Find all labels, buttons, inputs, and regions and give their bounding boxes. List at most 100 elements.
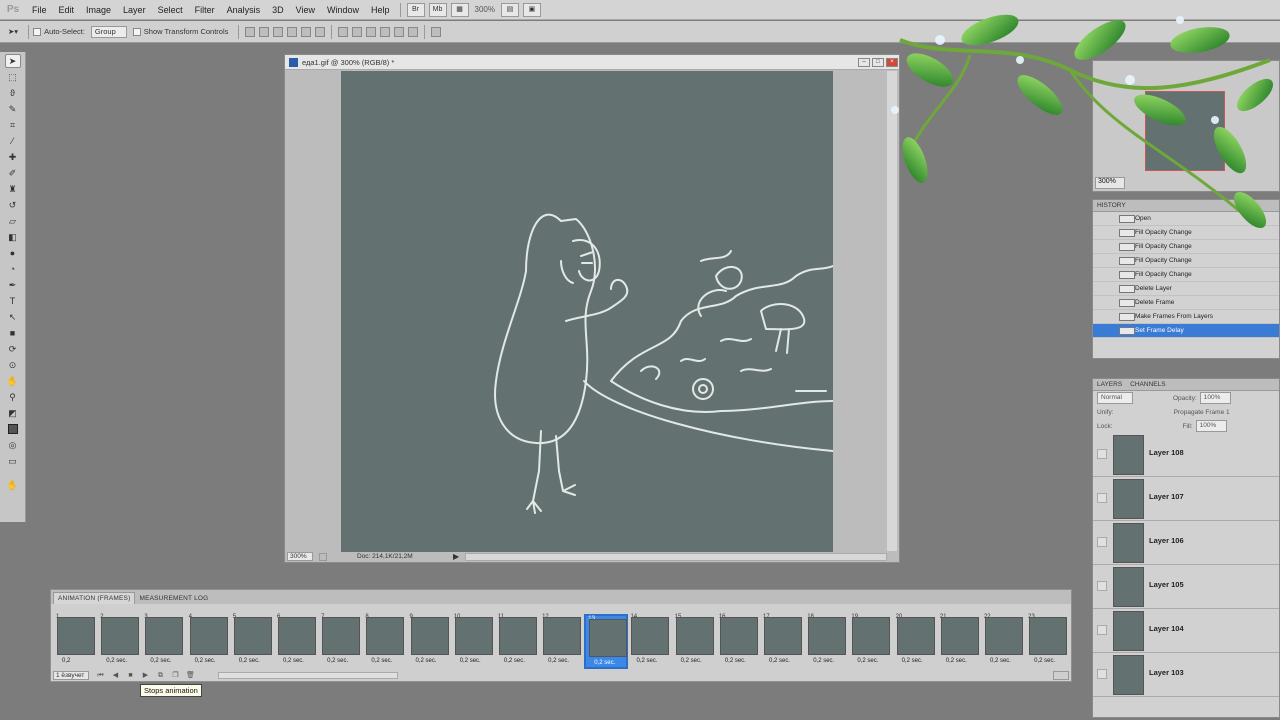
fill-input[interactable]: 100% [1195,420,1228,432]
document-canvas[interactable] [341,71,834,552]
history-item[interactable]: Make Frames From Layers [1093,310,1279,324]
frame-delay-select[interactable]: 0,2 sec. [239,658,260,664]
shape-tool-icon[interactable]: ■ [5,326,21,340]
animation-frame[interactable]: 190,2 sec. [849,614,893,669]
blur-tool-icon[interactable]: ● [5,246,21,260]
animation-frame[interactable]: 100,2 sec. [452,614,496,669]
animation-frame[interactable]: 160,2 sec. [717,614,761,669]
show-transform-checkbox[interactable] [132,27,141,36]
history-item[interactable]: Fill Opacity Change [1093,254,1279,268]
animation-frame[interactable]: 130,2 sec. [584,614,629,669]
auto-align-icon[interactable] [431,26,442,37]
frame-delay-select[interactable]: 0,2 sec. [504,658,525,664]
menu-help[interactable]: Help [365,5,396,15]
healing-brush-tool-icon[interactable]: ✚ [5,150,21,164]
3d-rotate-tool-icon[interactable]: ⟳ [5,342,21,356]
animation-frame[interactable]: 50,2 sec. [231,614,275,669]
document-horizontal-scrollbar[interactable] [465,552,887,561]
bridge-button[interactable]: Br [406,2,425,17]
frames-scrollbar[interactable] [218,671,398,679]
frame-delay-select[interactable]: 0,2 sec. [106,658,127,664]
history-brush-tool-icon[interactable]: ↺ [5,198,21,212]
frame-delay-select[interactable]: 0,2 sec. [195,658,216,664]
tool-preset-icon[interactable]: ✋ [5,478,21,492]
screen-mode-icon[interactable]: ▭ [5,454,21,468]
document-title-bar[interactable]: еда1.gif @ 300% (RGB/8) * – □ × [285,55,899,70]
animation-frame[interactable]: 180,2 sec. [805,614,849,669]
history-item[interactable]: Fill Opacity Change [1093,240,1279,254]
animation-frame[interactable]: 120,2 sec. [540,614,584,669]
align-hcenter-icon[interactable] [301,26,312,37]
tab-layers[interactable]: LAYERS [1097,381,1122,388]
menu-analysis[interactable]: Analysis [221,5,267,15]
frame-delay-select[interactable]: 0,2 sec. [681,658,702,664]
layer-row[interactable]: Layer 107 [1093,477,1279,521]
align-top-icon[interactable] [245,26,256,37]
animation-frame[interactable]: 20,2 sec. [98,614,142,669]
frame-delay-select[interactable]: 0,2 sec. [371,658,392,664]
maximize-icon[interactable]: □ [872,57,884,67]
align-left-icon[interactable] [287,26,298,37]
align-bottom-icon[interactable] [273,26,284,37]
animation-frame[interactable]: 30,2 sec. [142,614,186,669]
menu-filter[interactable]: Filter [189,5,221,15]
loop-options-select[interactable]: 1 ёзвучет [53,670,89,680]
frame-delay-select[interactable]: 0,2 sec. [813,658,834,664]
frame-delay-select[interactable]: 0,2 sec. [283,658,304,664]
clone-stamp-tool-icon[interactable]: ♜ [5,182,21,196]
move-tool-icon[interactable]: ➤ [4,54,21,68]
convert-to-timeline-icon[interactable] [1053,670,1069,680]
frame-delay-select[interactable]: 0,2 sec. [769,658,790,664]
marquee-tool-icon[interactable]: ⬚ [5,70,21,84]
animation-frame[interactable]: 70,2 sec. [319,614,363,669]
screen-mode-button[interactable]: ▣ [522,2,541,17]
frame-delay-select[interactable]: 0,2 sec. [990,658,1011,664]
animation-frame[interactable]: 90,2 sec. [408,614,452,669]
path-select-tool-icon[interactable]: ↖ [5,310,21,324]
frame-delay-select[interactable]: 0,2 sec. [636,658,657,664]
menu-3d[interactable]: 3D [266,5,290,15]
auto-select-checkbox[interactable] [33,27,42,36]
foreground-background-color-icon[interactable] [5,422,21,436]
layer-row[interactable]: Layer 105 [1093,565,1279,609]
animation-frame[interactable]: 210,2 sec. [938,614,982,669]
eyedropper-tool-icon[interactable]: ⁄ [5,134,21,148]
type-tool-icon[interactable]: T [5,294,21,308]
visibility-eye-icon[interactable] [1097,493,1107,503]
align-vcenter-icon[interactable] [259,26,270,37]
layer-row[interactable]: Layer 103 [1093,653,1279,697]
frame-delay-select[interactable]: 0,2 sec. [416,658,437,664]
close-icon[interactable]: × [886,57,898,67]
animation-frame[interactable]: 230,2 sec. [1026,614,1070,669]
layer-row[interactable]: Layer 106 [1093,521,1279,565]
menu-view[interactable]: View [290,5,321,15]
frame-delay-select[interactable]: 0,2 sec. [594,660,615,666]
frame-delay-select[interactable]: 0,2 sec. [946,658,967,664]
tween-icon[interactable]: ⧉ [156,671,165,680]
animation-frame[interactable]: 150,2 sec. [673,614,717,669]
menu-file[interactable]: File [26,5,53,15]
dodge-tool-icon[interactable]: ◔ [5,262,21,276]
layer-row[interactable]: Layer 108 [1093,433,1279,477]
brush-tool-icon[interactable]: ✐ [5,166,21,180]
layer-row[interactable]: Layer 104 [1093,609,1279,653]
menu-select[interactable]: Select [152,5,189,15]
zoom-tool-icon[interactable]: ⚲ [5,390,21,404]
auto-select-dropdown[interactable]: Group [90,25,127,38]
frame-delay-select[interactable]: 0,2 sec. [548,658,569,664]
frame-delay-select[interactable]: 0,2 sec. [150,658,171,664]
frame-delay-select[interactable]: 0,2 sec. [1034,658,1055,664]
previous-frame-icon[interactable]: ◀ [111,671,120,680]
menu-window[interactable]: Window [321,5,365,15]
lasso-tool-icon[interactable]: ϑ [5,86,21,100]
history-item[interactable]: Set Frame Delay [1093,324,1279,338]
stop-animation-icon[interactable]: ■ [126,671,135,680]
first-frame-icon[interactable]: ⏮ [96,671,105,680]
frame-delay-select[interactable]: 0,2 sec. [460,658,481,664]
animation-frame[interactable]: 140,2 sec. [628,614,672,669]
tab-animation-frames[interactable]: ANIMATION (FRAMES) [53,592,136,604]
animation-frame[interactable]: 40,2 sec. [187,614,231,669]
opacity-input[interactable]: 100% [1199,392,1232,404]
menu-image[interactable]: Image [80,5,117,15]
pen-tool-icon[interactable]: ✒ [5,278,21,292]
